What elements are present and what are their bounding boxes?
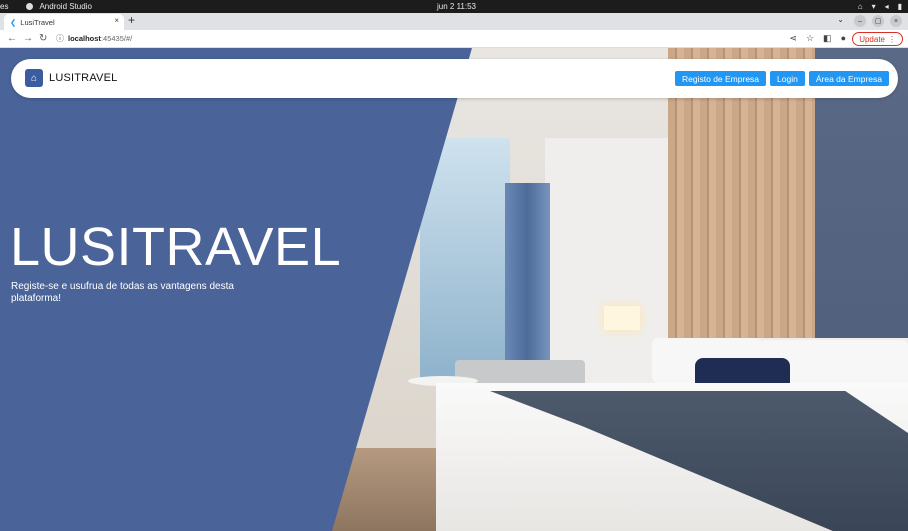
url-path: :45435/#/	[100, 34, 133, 43]
minimize-button[interactable]: –	[854, 15, 866, 27]
update-button[interactable]: Update ⋮	[852, 32, 903, 46]
tab-title: LusiTravel	[20, 17, 55, 27]
os-left-fragment: es	[0, 2, 9, 11]
tab-favicon-icon: ❮	[10, 17, 17, 27]
share-icon[interactable]: ⋖	[789, 33, 797, 44]
url-field[interactable]: ⓘ localhost:45435/#/	[56, 33, 132, 44]
tab-search-chevron-icon[interactable]: ⌄	[837, 15, 844, 24]
forward-arrow-icon[interactable]: →	[23, 33, 33, 44]
profile-icon[interactable]: ●	[841, 33, 846, 44]
android-studio-icon	[26, 3, 34, 10]
web-page: ⌂ LUSITRAVEL Registo de Empresa Login Ár…	[0, 48, 908, 531]
wifi-icon[interactable]: ▾	[872, 2, 876, 11]
bookmark-star-icon[interactable]: ☆	[806, 33, 814, 44]
site-logo-icon[interactable]: ⌂	[25, 69, 43, 87]
site-brand[interactable]: LUSITRAVEL	[49, 72, 117, 84]
game-controller-icon[interactable]: ⌂	[858, 2, 863, 11]
update-label: Update	[859, 34, 885, 44]
login-button[interactable]: Login	[770, 71, 805, 86]
register-company-button[interactable]: Registo de Empresa	[675, 71, 767, 86]
reload-icon[interactable]: ↻	[39, 33, 47, 44]
back-arrow-icon[interactable]: ←	[7, 33, 17, 44]
tab-close-icon[interactable]: ×	[114, 16, 119, 25]
os-clock[interactable]: jun 2 11:53	[437, 2, 476, 11]
battery-icon[interactable]: ▮	[898, 2, 902, 11]
more-menu-icon: ⋮	[888, 34, 896, 44]
hero-subtitle: Registe-se e usufrua de todas as vantage…	[11, 281, 234, 304]
address-bar: ← → ↻ ⓘ localhost:45435/#/ ⋖ ☆ ◧ ● Updat…	[0, 30, 908, 48]
site-navbar: ⌂ LUSITRAVEL Registo de Empresa Login Ár…	[11, 59, 898, 98]
close-window-button[interactable]: ×	[890, 15, 902, 27]
browser-tab[interactable]: ❮ LusiTravel ×	[4, 14, 124, 30]
url-host: localhost	[68, 34, 101, 43]
info-icon[interactable]: ⓘ	[56, 33, 64, 44]
os-top-bar: es Android Studio jun 2 11:53 ⌂ ▾ ◂ ▮	[0, 0, 908, 13]
hero-title: LUSITRAVEL	[10, 217, 342, 277]
new-tab-button[interactable]: +	[128, 13, 135, 27]
wall-lamp	[604, 306, 640, 330]
os-app-name[interactable]: Android Studio	[39, 2, 91, 11]
company-area-button[interactable]: Área da Empresa	[808, 71, 889, 86]
browser-tab-strip: ❮ LusiTravel × + ⌄ – ▢ ×	[0, 13, 908, 30]
volume-icon[interactable]: ◂	[885, 2, 889, 11]
curtain	[505, 183, 550, 383]
maximize-button[interactable]: ▢	[872, 15, 884, 27]
side-panel-icon[interactable]: ◧	[823, 33, 832, 44]
